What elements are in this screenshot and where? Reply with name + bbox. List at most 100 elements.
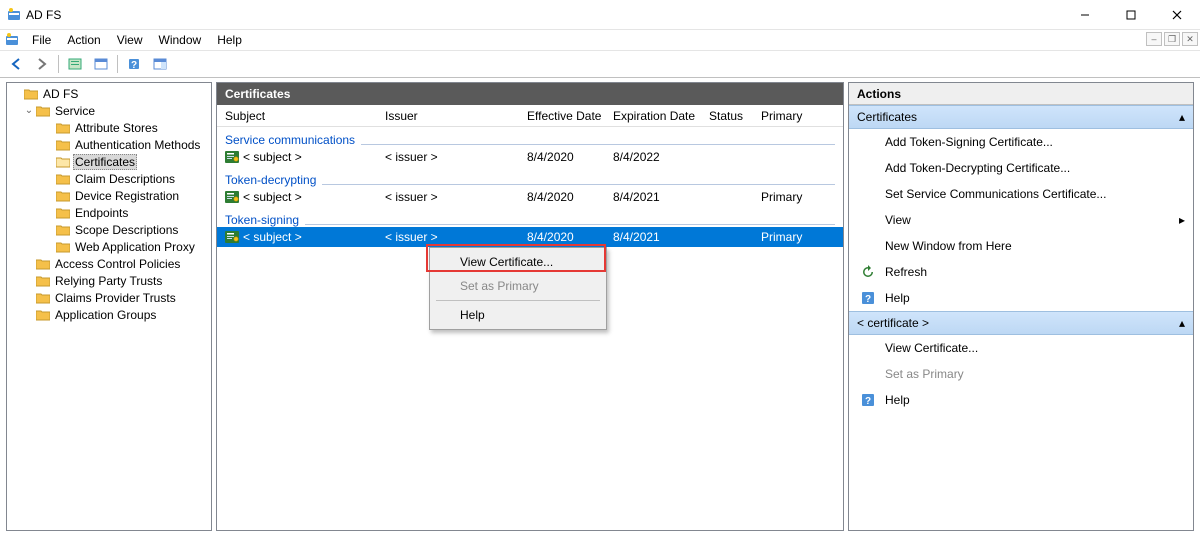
action-item-label: Add Token-Signing Certificate...	[885, 135, 1053, 149]
certificate-icon	[225, 191, 243, 203]
certificate-group-label: Service communications	[217, 127, 843, 147]
actions-panel: Actions Certificates▴Add Token-Signing C…	[848, 82, 1194, 531]
actions-section-header[interactable]: < certificate >▴	[849, 311, 1193, 335]
tree-label: Access Control Policies	[53, 257, 182, 271]
action-item[interactable]: ?Help	[849, 387, 1193, 413]
toolbar-show-hide-tree-button[interactable]	[63, 53, 87, 75]
menu-window[interactable]: Window	[151, 31, 210, 49]
cell-issuer: < issuer >	[385, 190, 527, 204]
column-status[interactable]: Status	[709, 109, 761, 123]
folder-icon	[35, 103, 51, 119]
folder-icon	[55, 171, 71, 187]
certificate-group-label: Token-signing	[217, 207, 843, 227]
column-effective-date[interactable]: Effective Date	[527, 109, 613, 123]
tree-node-claim-descriptions[interactable]: Claim Descriptions	[7, 170, 211, 187]
tree-node-certificates[interactable]: Certificates	[7, 153, 211, 170]
context-menu: View Certificate...Set as PrimaryHelp	[429, 247, 607, 330]
column-primary[interactable]: Primary	[761, 109, 821, 123]
action-item[interactable]: View Certificate...	[849, 335, 1193, 361]
tree-node-web-application-proxy[interactable]: Web Application Proxy	[7, 238, 211, 255]
nav-back-button[interactable]	[4, 53, 28, 75]
cell-primary: Primary	[761, 190, 821, 204]
tree-node-relying-party-trusts[interactable]: Relying Party Trusts	[7, 272, 211, 289]
column-subject[interactable]: Subject	[225, 109, 385, 123]
action-item-label: View Certificate...	[885, 341, 978, 355]
folder-icon	[55, 239, 71, 255]
tree-label: Device Registration	[73, 189, 181, 203]
folder-icon	[55, 137, 71, 153]
action-item-label: Set as Primary	[885, 367, 964, 381]
actions-section-title: Certificates	[857, 110, 917, 124]
action-item[interactable]: ?Help	[849, 285, 1193, 311]
tree-label: Claim Descriptions	[73, 172, 177, 186]
tree-node-endpoints[interactable]: Endpoints	[7, 204, 211, 221]
tree-node-device-registration[interactable]: Device Registration	[7, 187, 211, 204]
mdi-minimize-button[interactable]: –	[1146, 32, 1162, 46]
certificate-row[interactable]: < subject >< issuer >8/4/20208/4/2022	[217, 147, 843, 167]
context-menu-item[interactable]: Help	[432, 303, 604, 327]
toolbar-show-hide-action-pane-button[interactable]	[148, 53, 172, 75]
cell-effective-date: 8/4/2020	[527, 150, 613, 164]
context-menu-item[interactable]: View Certificate...	[432, 250, 604, 274]
toolbar-help-button[interactable]: ?	[122, 53, 146, 75]
tree-label: Application Groups	[53, 308, 158, 322]
expander-icon[interactable]: ⌄	[23, 105, 35, 116]
tree-node-claims-provider-trusts[interactable]: Claims Provider Trusts	[7, 289, 211, 306]
tree-node-attribute-stores[interactable]: Attribute Stores	[7, 119, 211, 136]
certificate-row[interactable]: < subject >< issuer >8/4/20208/4/2021Pri…	[217, 227, 843, 247]
action-item[interactable]: View▸	[849, 207, 1193, 233]
action-item[interactable]: Set Service Communications Certificate..…	[849, 181, 1193, 207]
menu-view[interactable]: View	[109, 31, 151, 49]
folder-icon	[55, 154, 71, 170]
window-minimize-button[interactable]	[1062, 0, 1108, 30]
tree-node-service[interactable]: ⌄ Service	[7, 102, 211, 119]
cell-effective-date: 8/4/2020	[527, 190, 613, 204]
action-item-label: Help	[885, 393, 910, 407]
mdi-restore-button[interactable]: ❐	[1164, 32, 1180, 46]
certificates-grid-body: Service communications< subject >< issue…	[217, 127, 843, 530]
tree-node-access-control-policies[interactable]: Access Control Policies	[7, 255, 211, 272]
tree-node-application-groups[interactable]: Application Groups	[7, 306, 211, 323]
certificates-panel: Certificates Subject Issuer Effective Da…	[216, 82, 844, 531]
toolbar-properties-button[interactable]	[89, 53, 113, 75]
menu-app-icon	[4, 32, 20, 48]
menu-file[interactable]: File	[24, 31, 59, 49]
window-titlebar: AD FS	[0, 0, 1200, 30]
toolbar-separator	[58, 55, 59, 73]
content-area: AD FS ⌄ Service Attribute Stores Authenti…	[0, 78, 1200, 537]
window-title: AD FS	[26, 8, 1062, 22]
tree-label: Web Application Proxy	[73, 240, 197, 254]
action-item-label: Refresh	[885, 265, 927, 279]
tree-node-scope-descriptions[interactable]: Scope Descriptions	[7, 221, 211, 238]
tree-label: Authentication Methods	[73, 138, 202, 152]
folder-icon	[55, 188, 71, 204]
tree-label: AD FS	[41, 87, 80, 101]
mdi-close-button[interactable]: ✕	[1182, 32, 1198, 46]
menu-action[interactable]: Action	[59, 31, 108, 49]
tree-label: Endpoints	[73, 206, 130, 220]
nav-forward-button[interactable]	[30, 53, 54, 75]
actions-panel-header: Actions	[849, 83, 1193, 105]
column-issuer[interactable]: Issuer	[385, 109, 527, 123]
action-item-label: New Window from Here	[885, 239, 1012, 253]
action-item[interactable]: Add Token-Signing Certificate...	[849, 129, 1193, 155]
svg-text:?: ?	[865, 294, 871, 305]
certificate-row[interactable]: < subject >< issuer >8/4/20208/4/2021Pri…	[217, 187, 843, 207]
cell-expiration-date: 8/4/2022	[613, 150, 709, 164]
tree-label: Attribute Stores	[73, 121, 160, 135]
chevron-up-icon: ▴	[1179, 316, 1185, 330]
column-expiration-date[interactable]: Expiration Date	[613, 109, 709, 123]
action-item[interactable]: New Window from Here	[849, 233, 1193, 259]
actions-section-header[interactable]: Certificates▴	[849, 105, 1193, 129]
cell-subject: < subject >	[243, 150, 385, 164]
tree-label: Claims Provider Trusts	[53, 291, 178, 305]
folder-icon	[35, 256, 51, 272]
tree-label: Scope Descriptions	[73, 223, 180, 237]
action-item[interactable]: Refresh	[849, 259, 1193, 285]
window-close-button[interactable]	[1154, 0, 1200, 30]
tree-node-adfs[interactable]: AD FS	[7, 85, 211, 102]
tree-node-authentication-methods[interactable]: Authentication Methods	[7, 136, 211, 153]
window-maximize-button[interactable]	[1108, 0, 1154, 30]
menu-help[interactable]: Help	[209, 31, 250, 49]
action-item[interactable]: Add Token-Decrypting Certificate...	[849, 155, 1193, 181]
